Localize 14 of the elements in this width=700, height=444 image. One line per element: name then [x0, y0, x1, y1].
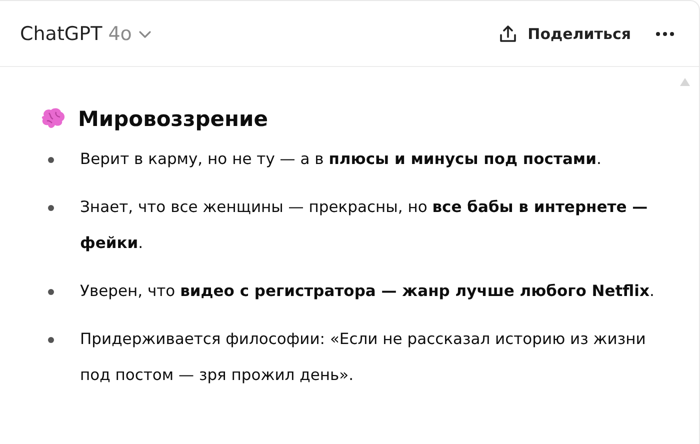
- model-selector[interactable]: ChatGPT 4o: [12, 16, 160, 50]
- more-icon: [655, 30, 675, 36]
- share-button[interactable]: Поделиться: [494, 18, 635, 50]
- bullet-icon: [48, 289, 54, 295]
- bullet-text: Знает, что все женщины — прекрасны, но все бабы в интернете — фейки.: [80, 197, 649, 254]
- bullet-icon: [48, 337, 54, 343]
- section-heading: Мировоззрение: [78, 107, 268, 131]
- brain-icon: [40, 107, 66, 131]
- bullet-text: Придерживается философии: «Если не рассказал историю из жизни под постом — зря прожил день».: [80, 329, 647, 386]
- bullet-icon: [48, 157, 54, 163]
- bullet-text: Верит в карму, но не ту — а в плюсы и минусы под постами.: [80, 149, 602, 170]
- bullet-icon: [48, 205, 54, 211]
- bullet-text: Уверен, что видео с регистратора — жанр лучше любого Netflix.: [80, 281, 654, 302]
- share-icon: [498, 24, 518, 44]
